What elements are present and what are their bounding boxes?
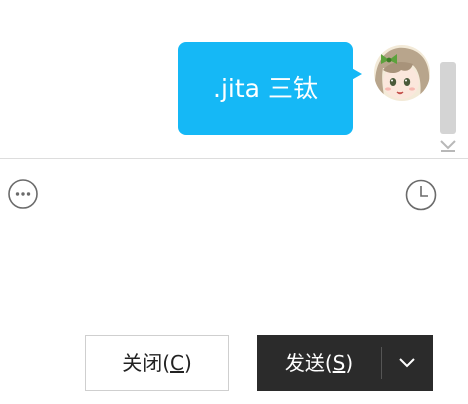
scrollbar-thumb[interactable] <box>440 62 456 134</box>
ellipsis-circle-icon[interactable] <box>7 178 39 210</box>
send-button-shortcut: S <box>332 351 346 375</box>
message-bubble-tail <box>348 66 362 82</box>
clock-icon[interactable] <box>404 178 438 212</box>
message-bubble: .jita 三钛 <box>178 42 353 135</box>
send-button-group: 发送(S) <box>257 335 433 391</box>
send-button-label-end: ) <box>345 351 354 375</box>
send-button[interactable]: 发送(S) <box>257 335 381 391</box>
anime-girl-avatar[interactable] <box>373 44 431 102</box>
close-button[interactable]: 关闭(C) <box>85 335 229 391</box>
send-options-button[interactable] <box>382 335 433 391</box>
message-history[interactable]: .jita 三钛 <box>0 0 468 158</box>
scroll-to-bottom-icon[interactable] <box>438 138 458 152</box>
close-button-shortcut: C <box>170 351 184 375</box>
message-text: .jita 三钛 <box>213 74 318 103</box>
close-button-label: 关闭( <box>122 351 171 375</box>
send-button-label: 发送( <box>284 351 333 375</box>
close-button-label-end: ) <box>183 351 192 375</box>
chevron-down-icon <box>399 358 415 368</box>
